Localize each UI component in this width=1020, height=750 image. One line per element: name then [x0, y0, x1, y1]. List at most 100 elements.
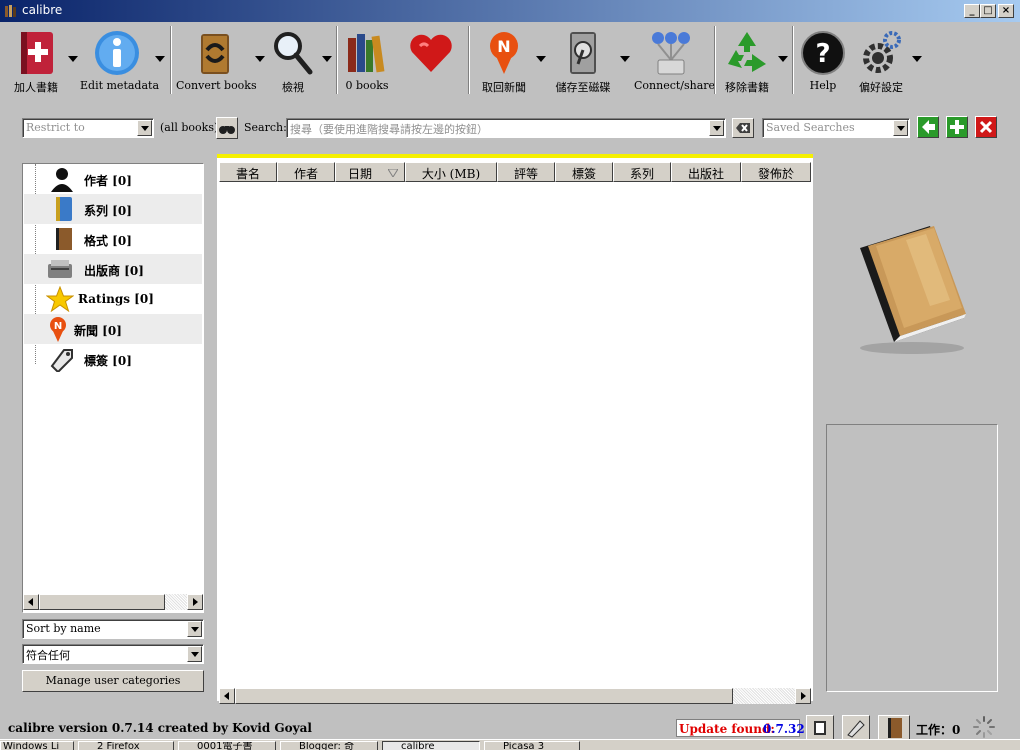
manage-user-categories-button[interactable]: Manage user categories [22, 670, 204, 692]
sort-by-select[interactable]: Sort by name [22, 619, 204, 639]
magnifier-icon [274, 32, 313, 75]
tree-item-formats[interactable]: 格式 [0] [24, 224, 202, 254]
copy-search-button[interactable] [917, 116, 939, 138]
tree-item-publishers[interactable]: 出版商 [0] [24, 254, 202, 284]
scroll-right-button[interactable] [187, 594, 203, 610]
location-library-button[interactable] [806, 715, 834, 741]
book-list-table[interactable]: 書名 作者 日期 大小 (MB) 評等 標簽 系列 出版社 發佈於 [217, 154, 813, 704]
convert-books-dropdown-icon[interactable] [255, 56, 265, 62]
windows-taskbar: Windows Li 2 Firefox 0001電子書 Blogger: 奇 … [0, 739, 1020, 750]
preferences-label: 偏好設定 [859, 81, 903, 94]
column-header-publisher[interactable]: 出版社 [671, 162, 741, 182]
person-icon [51, 168, 73, 192]
column-header-size[interactable]: 大小 (MB) [405, 162, 497, 182]
search-history-dropdown-icon[interactable] [709, 120, 724, 136]
jobs-label[interactable]: 工作：0 [916, 721, 960, 738]
convert-books-button[interactable]: Convert books [176, 22, 257, 96]
restrict-to-combo[interactable]: Restrict to [22, 118, 154, 138]
toolbar-separator [792, 26, 794, 94]
edit-metadata-button[interactable]: Edit metadata [80, 22, 159, 96]
save-to-disk-button[interactable]: 儲存至磁碟 [548, 22, 618, 96]
preferences-button[interactable]: 偏好設定 [852, 22, 910, 96]
location-device-button[interactable] [878, 715, 910, 741]
view-button[interactable]: 檢視 [266, 22, 320, 96]
library-button[interactable]: 0 books [340, 22, 394, 96]
convert-books-label: Convert books [176, 79, 257, 92]
save-search-button[interactable] [946, 116, 968, 138]
all-books-label: (all books) [160, 121, 219, 134]
tree-item-authors[interactable]: 作者 [0] [24, 164, 202, 194]
match-select[interactable]: 符合任何 [22, 644, 204, 664]
remove-books-button[interactable]: 移除書籍 [718, 22, 776, 96]
donate-button[interactable] [404, 22, 458, 96]
scroll-left-button[interactable] [219, 688, 235, 704]
update-notice[interactable]: Update found: 0.7.32 [676, 719, 805, 737]
location-edit-button[interactable] [842, 715, 870, 741]
taskbar-item[interactable]: 0001電子書 [178, 741, 276, 750]
table-horizontal-scrollbar[interactable] [219, 688, 811, 704]
preferences-dropdown-icon[interactable] [912, 56, 922, 62]
taskbar-item[interactable]: Windows Li [0, 741, 74, 750]
search-input[interactable]: 搜尋（要使用進階搜尋請按左邊的按鈕） [286, 118, 726, 138]
column-header-author[interactable]: 作者 [277, 162, 335, 182]
saved-searches-dropdown-icon[interactable] [893, 120, 908, 136]
update-label: Update found: [679, 722, 775, 736]
column-header-date[interactable]: 日期 [335, 162, 405, 182]
taskbar-item[interactable]: 2 Firefox [78, 741, 174, 750]
restrict-to-dropdown-icon[interactable] [137, 120, 152, 136]
minimize-button[interactable]: _ [964, 4, 980, 18]
column-header-tags[interactable]: 標簽 [555, 162, 613, 182]
title-bar: calibre _ □ × [0, 0, 1020, 22]
view-dropdown-icon[interactable] [322, 56, 332, 62]
svg-text:N: N [54, 321, 62, 332]
remove-books-dropdown-icon[interactable] [778, 56, 788, 62]
edit-metadata-dropdown-icon[interactable] [155, 56, 165, 62]
tree-horizontal-scrollbar[interactable] [23, 594, 203, 610]
save-to-disk-dropdown-icon[interactable] [620, 56, 630, 62]
match-dropdown-icon[interactable] [187, 646, 202, 662]
disk-icon [570, 32, 596, 74]
add-books-button[interactable]: 加人書籍 [4, 22, 68, 96]
format-icon [56, 228, 72, 250]
connect-share-icon [652, 32, 690, 75]
sort-by-dropdown-icon[interactable] [187, 621, 202, 637]
toolbar-separator [714, 26, 716, 94]
column-header-title[interactable]: 書名 [219, 162, 277, 182]
help-button[interactable]: ? Help [798, 22, 848, 96]
taskbar-item[interactable]: Blogger: 奇 [280, 741, 378, 750]
fetch-news-button[interactable]: N 取回新聞 [474, 22, 534, 96]
scroll-left-button[interactable] [23, 594, 39, 610]
tree-item-tags[interactable]: 標簽 [0] [24, 344, 202, 374]
scroll-thumb[interactable] [39, 594, 165, 610]
taskbar-item[interactable]: Picasa 3 [484, 741, 580, 750]
toolbar-separator [468, 26, 470, 94]
taskbar-item-active[interactable]: calibre [382, 741, 480, 750]
version-text: calibre version 0.7.14 created by Kovid … [8, 721, 312, 735]
busy-spinner-icon [973, 716, 995, 738]
column-header-rating[interactable]: 評等 [497, 162, 555, 182]
tree-item-news[interactable]: N 新聞 [0] [24, 314, 202, 344]
maximize-button[interactable]: □ [980, 4, 996, 18]
saved-searches-combo[interactable]: Saved Searches [762, 118, 910, 138]
book-icon [888, 718, 902, 738]
system-tray[interactable] [600, 741, 1020, 750]
tag-icon [50, 349, 73, 372]
add-books-dropdown-icon[interactable] [68, 56, 78, 62]
scroll-right-button[interactable] [795, 688, 811, 704]
tree-item-label: Ratings [0] [78, 292, 154, 306]
advanced-search-button[interactable] [216, 117, 238, 139]
fetch-news-dropdown-icon[interactable] [536, 56, 546, 62]
match-value: 符合任何 [26, 649, 70, 662]
column-header-series[interactable]: 系列 [613, 162, 671, 182]
tree-item-series[interactable]: 系列 [0] [24, 194, 202, 224]
scroll-thumb[interactable] [235, 688, 733, 704]
column-header-published[interactable]: 發佈於 [741, 162, 811, 182]
tree-item-ratings[interactable]: Ratings [0] [24, 284, 202, 314]
tag-browser[interactable]: 作者 [0] 系列 [0] 格式 [0] 出版商 [0] Ratings [0]… [22, 163, 204, 613]
clear-search-button[interactable] [732, 118, 754, 138]
clear-icon [736, 123, 750, 133]
delete-search-button[interactable] [975, 116, 997, 138]
close-window-button[interactable]: × [998, 4, 1014, 18]
connect-share-button[interactable]: Connect/share [634, 22, 715, 96]
update-version: 0.7.32 [763, 722, 805, 736]
